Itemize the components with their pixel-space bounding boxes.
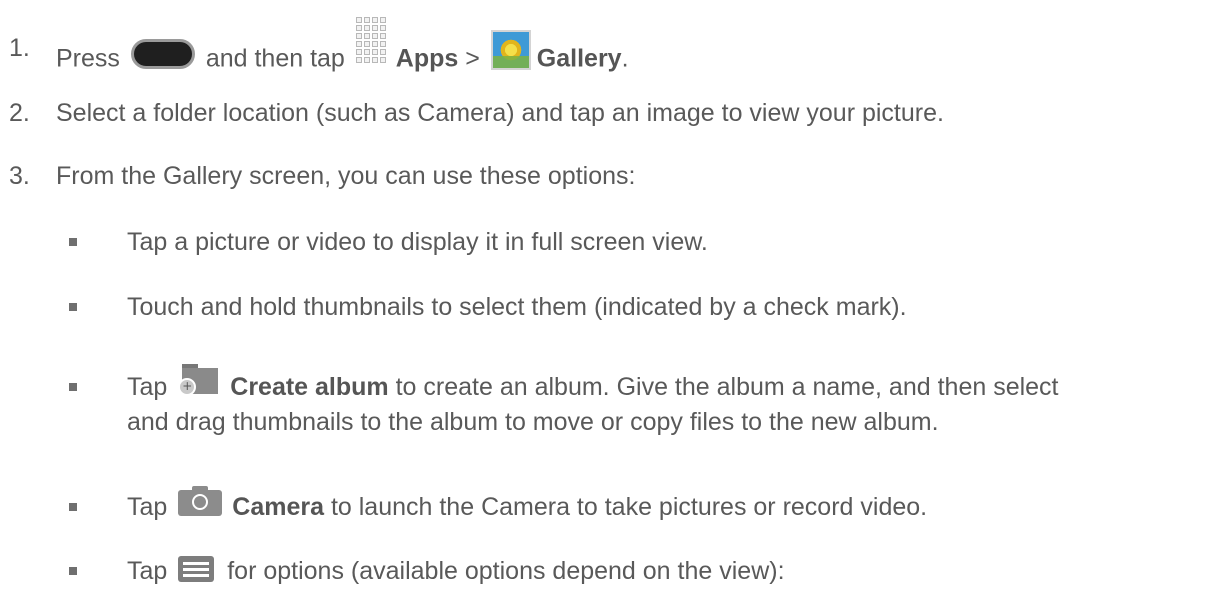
- apps-label: Apps: [395, 44, 459, 73]
- step-number: 3.: [9, 162, 30, 190]
- bullet-text: and drag thumbnails to the album to move…: [127, 408, 939, 436]
- gallery-icon: [490, 30, 531, 70]
- step-text: Press: [56, 44, 120, 73]
- menu-icon: [178, 556, 215, 583]
- create-album-label: Create album: [230, 373, 389, 401]
- bullet-text: Tap: [127, 557, 168, 585]
- bullet-marker: [69, 238, 77, 246]
- step-text: From the Gallery screen, you can use the…: [56, 162, 636, 190]
- bullet-text: to create an album. Give the album a nam…: [395, 373, 1059, 401]
- folder-plus-icon: +: [178, 364, 220, 397]
- bullet-text: Tap: [127, 373, 168, 401]
- bullet-text: for options (available options depend on…: [227, 557, 785, 585]
- step-text: Select a folder location (such as Camera…: [56, 99, 944, 127]
- bullet-marker: [69, 503, 77, 511]
- bullet-text: to launch the Camera to take pictures or…: [330, 493, 928, 521]
- camera-icon: [178, 484, 223, 517]
- bullet-marker: [69, 567, 77, 575]
- separator: >: [465, 44, 480, 73]
- bullet-text: Tap a picture or video to display it in …: [127, 228, 708, 256]
- camera-label: Camera: [232, 493, 324, 521]
- step-number: 1.: [9, 34, 30, 62]
- step-number: 2.: [9, 99, 30, 127]
- bullet-text: Tap: [127, 493, 168, 521]
- bullet-marker: [69, 303, 77, 311]
- bullet-text: Touch and hold thumbnails to select them…: [127, 293, 907, 321]
- bullet-marker: [69, 383, 77, 391]
- apps-grid-icon: [355, 17, 390, 71]
- step-text: and then tap: [205, 44, 345, 73]
- gallery-label: Gallery: [536, 44, 622, 73]
- home-button-icon: [130, 39, 195, 69]
